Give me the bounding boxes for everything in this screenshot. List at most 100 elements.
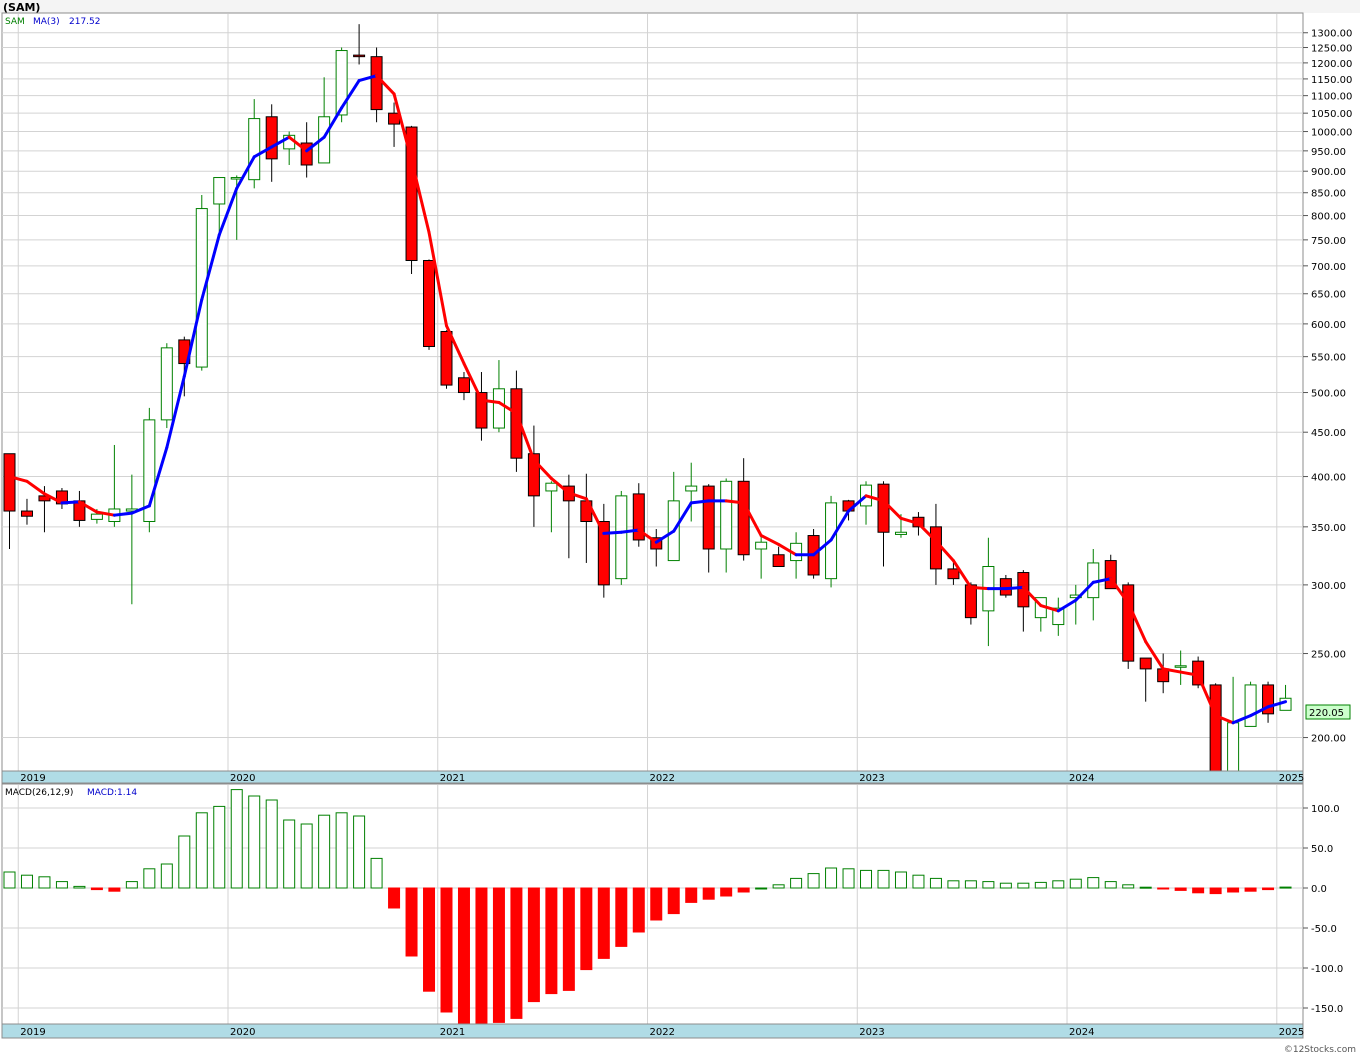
macd-bar <box>982 881 995 889</box>
macd-bar <box>877 869 890 889</box>
candle-body <box>213 177 226 205</box>
macd-bar <box>73 885 86 889</box>
price-x-label: 2020 <box>230 773 255 784</box>
macd-x-label: 2020 <box>230 1027 255 1038</box>
macd-bar <box>597 887 610 959</box>
candle-body <box>353 54 366 58</box>
macd-bar <box>248 795 261 889</box>
macd-y-tick-label: 50.0 <box>1311 844 1333 855</box>
price-y-tick-label: 650.00 <box>1311 290 1346 301</box>
candle-body <box>737 480 750 556</box>
candle-body <box>964 584 977 619</box>
chart-stage: (SAM) 1300.00 1250.00 1200.00 1150.00 1100.0… <box>0 0 1360 1056</box>
macd-x-label: 2019 <box>20 1027 45 1038</box>
macd-bar <box>964 880 977 889</box>
macd-bar <box>1174 887 1187 891</box>
price-y-tick-label: 450.00 <box>1311 428 1346 439</box>
macd-bar <box>1279 886 1292 889</box>
macd-bar <box>143 868 156 889</box>
macd-bar <box>1227 887 1240 893</box>
macd-bar <box>423 887 436 992</box>
ma-segment <box>1004 585 1025 591</box>
price-y-tick-label: 300.00 <box>1311 581 1346 592</box>
ma-segment <box>602 530 623 535</box>
macd-bar <box>1069 878 1082 889</box>
macd-bar <box>108 887 121 892</box>
price-panel <box>1 12 1304 772</box>
macd-bar <box>947 880 960 889</box>
candle-body <box>702 485 715 550</box>
candle-body <box>3 453 16 512</box>
macd-x-label: 2021 <box>440 1027 465 1038</box>
macd-bar <box>55 881 68 889</box>
candle-body <box>370 56 383 111</box>
macd-bar <box>737 887 750 893</box>
macd-bar <box>772 884 785 889</box>
candle-body <box>1174 665 1187 668</box>
macd-bar <box>580 887 593 971</box>
macd-bar <box>755 887 768 890</box>
price-x-label: 2024 <box>1069 773 1094 784</box>
price-y-tick-label: 850.00 <box>1311 189 1346 200</box>
macd-bar <box>842 868 855 889</box>
price-y-tick-label: 1150.00 <box>1311 75 1352 86</box>
ma-segment <box>112 511 134 517</box>
price-y-tick-label: 900.00 <box>1311 167 1346 178</box>
price-y-tick-label: 200.00 <box>1311 734 1346 745</box>
candle-body <box>90 513 103 520</box>
macd-bar <box>300 823 313 889</box>
price-x-label: 2022 <box>650 773 675 784</box>
macd-bar <box>457 887 470 1025</box>
candle-body <box>457 377 470 394</box>
price-y-tick-label: 400.00 <box>1311 473 1346 484</box>
price-y-tick-label: 750.00 <box>1311 236 1346 247</box>
macd-bar <box>283 819 296 889</box>
price-y-tick-label: 800.00 <box>1311 212 1346 223</box>
price-y-tick-label: 600.00 <box>1311 320 1346 331</box>
candle-body <box>947 568 960 580</box>
ma-segment <box>969 585 990 591</box>
price-y-tick-label: 1100.00 <box>1311 92 1352 103</box>
candle-body <box>265 116 278 160</box>
macd-bar <box>335 812 348 889</box>
price-y-tick-label: 250.00 <box>1311 650 1346 661</box>
candle-body <box>685 485 698 492</box>
macd-bar <box>20 874 33 889</box>
watermark: ©12Stocks.com <box>1284 1045 1356 1055</box>
price-y-tick-label: 1000.00 <box>1311 128 1352 139</box>
candle-body <box>388 112 401 125</box>
price-y-tick-label: 550.00 <box>1311 353 1346 364</box>
macd-bar <box>632 887 645 933</box>
macd-bar <box>825 867 838 889</box>
candle-body <box>755 541 768 550</box>
candle-body <box>772 554 785 568</box>
macd-bar <box>38 876 51 889</box>
ticker-title: (SAM) <box>3 1 40 14</box>
macd-bar <box>475 887 488 1025</box>
macd-bar <box>1052 880 1065 889</box>
price-x-label: 2019 <box>20 773 45 784</box>
macd-y-tick-label: 100.0 <box>1311 804 1340 815</box>
macd-bar <box>230 789 243 889</box>
macd-y-tick-label: -150.0 <box>1311 1004 1343 1015</box>
macd-bar <box>527 887 540 1003</box>
macd-bar <box>807 873 820 889</box>
macd-bar <box>388 887 401 909</box>
candle-body <box>1209 684 1222 778</box>
macd-bar <box>265 799 278 889</box>
candle-body <box>615 495 628 580</box>
macd-bar <box>894 871 907 889</box>
macd-bar <box>702 887 715 900</box>
macd-bar <box>790 877 803 889</box>
macd-bar <box>213 805 226 889</box>
candle-body <box>160 347 173 421</box>
ma-segment <box>689 499 711 505</box>
macd-bar <box>405 887 418 957</box>
price-x-label: 2023 <box>859 773 884 784</box>
price-y-tick-label: 350.00 <box>1311 523 1346 534</box>
macd-y-tick-label: 0.0 <box>1311 884 1327 895</box>
candle-body <box>248 118 261 181</box>
macd-bar <box>1244 887 1257 892</box>
macd-bar <box>125 881 138 889</box>
price-x-label: 2025 <box>1279 773 1304 784</box>
